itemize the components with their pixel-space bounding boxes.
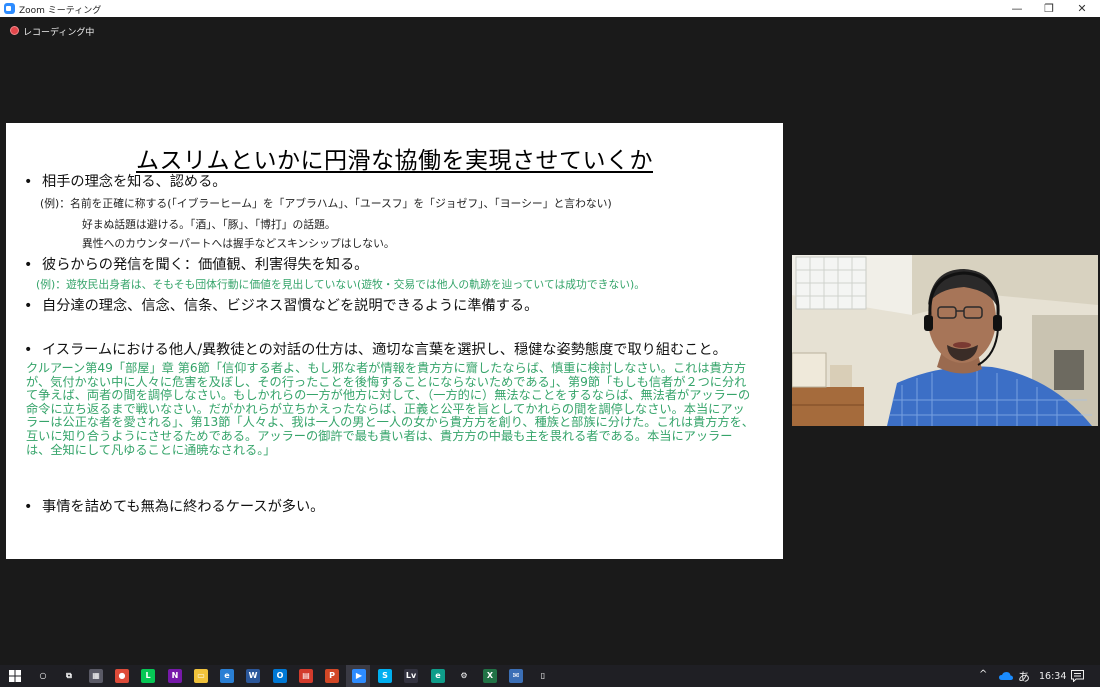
mail-icon[interactable]: ✉ bbox=[509, 669, 523, 683]
bullet-item: • 相手の理念を知る、認める。 bbox=[24, 174, 227, 190]
recording-label: レコーディング中 bbox=[23, 28, 95, 38]
bullet-item: • 事情を詰めても無為に終わるケースが多い。 bbox=[24, 499, 325, 515]
title-bar: Zoom ミーティング — ❐ ✕ bbox=[0, 0, 1100, 17]
task-view-icon[interactable]: ⧉ bbox=[62, 669, 76, 683]
edge-icon[interactable]: e bbox=[431, 669, 445, 683]
settings-icon[interactable]: ⚙ bbox=[457, 669, 471, 683]
recording-icon bbox=[10, 26, 19, 35]
participant-video-image bbox=[792, 255, 1098, 426]
edge-legacy-icon[interactable]: e bbox=[220, 669, 234, 683]
slide-title: ムスリムといかに円滑な協働を実現させていくか bbox=[136, 148, 653, 174]
bullet-item: • 彼らからの発信を聞く：価値観、利害得失を知る。 bbox=[24, 257, 369, 273]
line-icon[interactable]: L bbox=[141, 669, 155, 683]
maximize-button[interactable]: ❐ bbox=[1033, 0, 1065, 17]
onedrive-cloud-icon[interactable] bbox=[999, 672, 1013, 680]
bullet-item: • イスラームにおける他人/異教徒との対話の仕方は、適切な言葉を選択し、穏健な姿勢… bbox=[24, 342, 727, 358]
calculator-icon[interactable]: ▦ bbox=[89, 669, 103, 683]
word-icon[interactable]: W bbox=[246, 669, 260, 683]
windows-start-icon[interactable] bbox=[9, 670, 21, 682]
powerpoint-icon[interactable]: P bbox=[325, 669, 339, 683]
bullet-sub-item: (例)：名前を正確に称する(「イブラーヒーム」を「アブラハム」、「ユースフ」を「… bbox=[40, 197, 612, 210]
onenote-icon[interactable]: N bbox=[168, 669, 182, 683]
window-title: Zoom ミーティング bbox=[19, 6, 102, 16]
zoom-icon[interactable]: ▶ bbox=[352, 669, 366, 683]
app-lv-icon[interactable]: Lv bbox=[404, 669, 418, 683]
ime-mode-indicator[interactable]: あ bbox=[1018, 668, 1030, 685]
chrome-icon[interactable]: ● bbox=[115, 669, 129, 683]
tray-overflow-chevron-icon[interactable]: ^ bbox=[979, 669, 987, 680]
document-icon[interactable]: ▯ bbox=[536, 669, 550, 683]
bullet-sub-item: 異性へのカウンターパートへは握手などスキンシップはしない。 bbox=[82, 237, 395, 250]
close-button[interactable]: ✕ bbox=[1066, 0, 1098, 17]
bullet-sub-item: (例)：遊牧民出身者は、そもそも団体行動に価値を見出していない(遊牧・交易では他… bbox=[36, 278, 646, 291]
quran-quotation: クルアーン第49「部屋」章 第6節「信仰する者よ、もし邪な者が情報を貴方方に齎し… bbox=[26, 361, 754, 457]
skype-icon[interactable]: S bbox=[378, 669, 392, 683]
calendar-icon[interactable]: ▤ bbox=[299, 669, 313, 683]
shared-screen-slide: ムスリムといかに円滑な協働を実現させていくか • 相手の理念を知る、認める。 (例… bbox=[6, 123, 783, 559]
outlook-icon[interactable]: O bbox=[273, 669, 287, 683]
file-explorer-icon[interactable]: ▭ bbox=[194, 669, 208, 683]
windows-taskbar: ○ ⧉ ▦ ● L N ▭ e W O ▤ P ▶ S Lv e ⚙ X ✉ ▯ ^ あ 16:34 bbox=[0, 665, 1100, 687]
minimize-button[interactable]: — bbox=[1001, 0, 1033, 17]
excel-icon[interactable]: X bbox=[483, 669, 497, 683]
zoom-app-icon bbox=[4, 3, 15, 14]
search-icon[interactable]: ○ bbox=[36, 669, 50, 683]
bullet-sub-item: 好まぬ話題は避ける。「酒」、「豚」、「博打」の話題。 bbox=[82, 218, 336, 231]
bullet-item: • 自分達の理念、信念、信条、ビジネス習慣などを説明できるように準備する。 bbox=[24, 298, 539, 314]
taskbar-clock[interactable]: 16:34 bbox=[1039, 671, 1066, 682]
notification-center-icon[interactable] bbox=[1071, 670, 1084, 682]
participant-video[interactable] bbox=[792, 255, 1098, 426]
